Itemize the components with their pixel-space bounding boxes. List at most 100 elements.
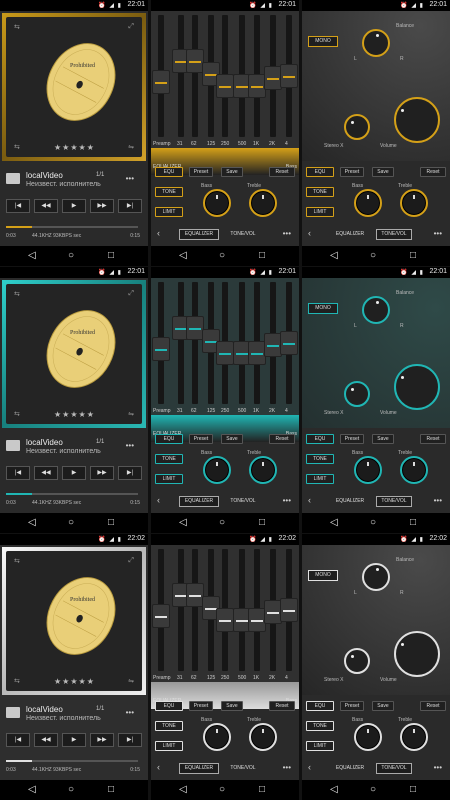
tone-button[interactable]: TONE: [155, 187, 183, 197]
recent-apps-icon[interactable]: □: [108, 250, 114, 261]
balance-knob[interactable]: [362, 296, 390, 324]
folder-icon[interactable]: [6, 707, 20, 718]
back-icon[interactable]: ◁: [330, 517, 338, 528]
eq-slider-2K[interactable]: [264, 549, 282, 671]
equ-button[interactable]: EQU: [155, 167, 183, 177]
forward-button[interactable]: ▶▶: [90, 199, 114, 213]
eq-slider-31[interactable]: [172, 282, 190, 404]
eq-slider-500[interactable]: [233, 549, 251, 671]
tab-tone-vol[interactable]: TONE/VOL: [225, 496, 261, 507]
balance-knob[interactable]: [362, 563, 390, 591]
preset-button[interactable]: Preset: [189, 167, 213, 177]
treble-knob[interactable]: [400, 723, 428, 751]
eq-slider-1K[interactable]: [248, 549, 266, 671]
save-button[interactable]: Save: [372, 167, 394, 177]
play-button[interactable]: ▶: [62, 199, 86, 213]
tab-equalizer[interactable]: EQUALIZER: [179, 763, 219, 774]
tone-button[interactable]: TONE: [306, 721, 334, 731]
save-button[interactable]: Save: [221, 167, 243, 177]
eq-slider-2K[interactable]: [264, 15, 282, 137]
expand-icon[interactable]: ⤢: [128, 290, 134, 298]
tone-button[interactable]: TONE: [306, 454, 334, 464]
eq-slider-500[interactable]: [233, 282, 251, 404]
eq-slider-125[interactable]: [202, 282, 220, 404]
progress-bar[interactable]: [6, 226, 138, 228]
bass-knob[interactable]: [203, 456, 231, 484]
eq-slider-handle[interactable]: [280, 331, 298, 355]
reset-button[interactable]: Reset: [420, 434, 446, 444]
back-icon[interactable]: ◁: [28, 784, 36, 795]
more-options-icon[interactable]: •••: [283, 229, 291, 238]
rewind-button[interactable]: ◀◀: [34, 466, 58, 480]
back-arrow-icon[interactable]: ‹: [157, 762, 160, 772]
limit-button[interactable]: LIMIT: [306, 741, 334, 751]
more-options-icon[interactable]: •••: [434, 229, 442, 238]
back-arrow-icon[interactable]: ‹: [308, 228, 311, 238]
eq-slider-250[interactable]: [216, 15, 234, 137]
eq-slider-1K[interactable]: [248, 282, 266, 404]
tone-button[interactable]: TONE: [155, 721, 183, 731]
tone-button[interactable]: TONE: [155, 454, 183, 464]
limit-button[interactable]: LIMIT: [306, 474, 334, 484]
eq-slider-handle[interactable]: [152, 604, 170, 629]
share-icon[interactable]: ⇋: [128, 143, 134, 151]
treble-knob[interactable]: [249, 723, 277, 751]
tab-equalizer[interactable]: EQUALIZER: [330, 763, 370, 774]
save-button[interactable]: Save: [372, 701, 394, 711]
equ-button[interactable]: EQU: [306, 167, 334, 177]
tab-tone-vol[interactable]: TONE/VOL: [225, 763, 261, 774]
progress-bar[interactable]: [6, 760, 138, 762]
equ-button[interactable]: EQU: [155, 434, 183, 444]
eq-slider-62[interactable]: [186, 549, 204, 671]
bass-knob[interactable]: [354, 456, 382, 484]
eq-slider-500[interactable]: [233, 15, 251, 137]
home-icon[interactable]: ○: [68, 784, 74, 795]
home-icon[interactable]: ○: [68, 250, 74, 261]
tab-tone-vol[interactable]: TONE/VOL: [225, 229, 261, 240]
first-button[interactable]: |◀: [6, 466, 30, 480]
back-arrow-icon[interactable]: ‹: [157, 228, 160, 238]
tab-equalizer[interactable]: EQUALIZER: [179, 496, 219, 507]
eq-slider-handle[interactable]: [152, 70, 170, 95]
tab-equalizer[interactable]: EQUALIZER: [330, 229, 370, 240]
home-icon[interactable]: ○: [370, 250, 376, 261]
more-options-icon[interactable]: •••: [283, 496, 291, 505]
eq-slider-250[interactable]: [216, 549, 234, 671]
bass-knob[interactable]: [203, 189, 231, 217]
mono-button[interactable]: MONO: [308, 570, 338, 581]
home-icon[interactable]: ○: [219, 784, 225, 795]
balance-knob[interactable]: [362, 29, 390, 57]
forward-button[interactable]: ▶▶: [90, 466, 114, 480]
home-icon[interactable]: ○: [370, 784, 376, 795]
eq-slider-handle[interactable]: [216, 607, 234, 632]
reset-button[interactable]: Reset: [420, 701, 446, 711]
eq-slider-31[interactable]: [172, 15, 190, 137]
reset-button[interactable]: Reset: [420, 167, 446, 177]
eq-slider-62[interactable]: [186, 15, 204, 137]
shuffle-icon[interactable]: ⇆: [14, 23, 20, 31]
shuffle-icon[interactable]: ⇆: [14, 557, 20, 565]
recent-apps-icon[interactable]: □: [410, 250, 416, 261]
recent-apps-icon[interactable]: □: [108, 784, 114, 795]
limit-button[interactable]: LIMIT: [155, 207, 183, 217]
more-options-icon[interactable]: •••: [126, 441, 134, 450]
limit-button[interactable]: LIMIT: [155, 474, 183, 484]
save-button[interactable]: Save: [221, 434, 243, 444]
equ-button[interactable]: EQU: [155, 701, 183, 711]
eq-slider-1K[interactable]: [248, 15, 266, 137]
tab-equalizer[interactable]: EQUALIZER: [179, 229, 219, 240]
mono-button[interactable]: MONO: [308, 303, 338, 314]
eq-slider-handle[interactable]: [216, 73, 234, 98]
last-button[interactable]: ▶|: [118, 199, 142, 213]
treble-knob[interactable]: [249, 456, 277, 484]
eq-slider-125[interactable]: [202, 15, 220, 137]
equ-button[interactable]: EQU: [306, 701, 334, 711]
home-icon[interactable]: ○: [68, 517, 74, 528]
recent-apps-icon[interactable]: □: [259, 784, 265, 795]
save-button[interactable]: Save: [372, 434, 394, 444]
eq-slider-Preamp[interactable]: [152, 15, 170, 137]
eq-slider-250[interactable]: [216, 282, 234, 404]
treble-knob[interactable]: [400, 189, 428, 217]
forward-button[interactable]: ▶▶: [90, 733, 114, 747]
more-options-icon[interactable]: •••: [283, 763, 291, 772]
